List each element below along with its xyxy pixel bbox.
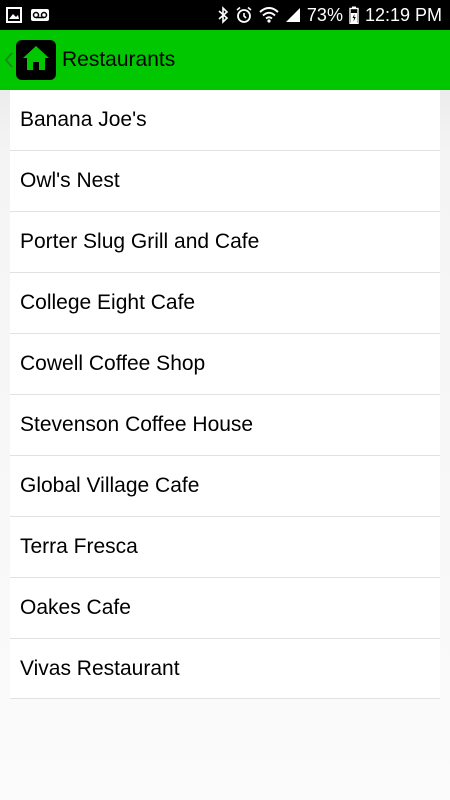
alarm-icon	[235, 6, 253, 24]
list-item[interactable]: Global Village Cafe	[10, 456, 440, 517]
status-right: 73% 12:19 PM	[217, 5, 442, 26]
app-bar: Restaurants	[0, 30, 450, 90]
list-item[interactable]: Stevenson Coffee House	[10, 395, 440, 456]
battery-percent: 73%	[306, 4, 343, 25]
list-item[interactable]: Terra Fresca	[10, 517, 440, 578]
page-title: Restaurants	[62, 48, 176, 71]
signal-icon	[285, 7, 301, 23]
list-item[interactable]: Owl's Nest	[10, 151, 440, 212]
restaurant-list: Banana Joe's Owl's Nest Porter Slug Gril…	[10, 90, 440, 699]
clock: 12:19 PM	[364, 4, 442, 25]
list-item-label: College Eight Cafe	[20, 291, 196, 314]
list-item-label: Cowell Coffee Shop	[20, 352, 206, 375]
list-item-label: Owl's Nest	[20, 169, 120, 192]
list-item-label: Porter Slug Grill and Cafe	[20, 230, 260, 253]
list-item[interactable]: Vivas Restaurant	[10, 639, 440, 699]
home-icon	[19, 41, 53, 80]
content-area: Banana Joe's Owl's Nest Porter Slug Gril…	[0, 90, 450, 800]
image-icon	[6, 7, 22, 23]
list-item-label: Banana Joe's	[20, 108, 147, 131]
wifi-icon	[259, 7, 279, 23]
list-item[interactable]: Porter Slug Grill and Cafe	[10, 212, 440, 273]
list-item[interactable]: Banana Joe's	[10, 90, 440, 151]
home-button[interactable]	[16, 40, 56, 80]
list-item-label: Global Village Cafe	[20, 474, 200, 497]
list-item-label: Terra Fresca	[20, 535, 138, 558]
list-item[interactable]: College Eight Cafe	[10, 273, 440, 334]
status-left-icons	[6, 7, 50, 23]
battery-icon	[349, 6, 359, 24]
back-chevron-icon[interactable]	[4, 52, 14, 68]
status-bar: 73% 12:19 PM	[0, 0, 450, 30]
list-item-label: Vivas Restaurant	[20, 656, 180, 680]
list-item[interactable]: Cowell Coffee Shop	[10, 334, 440, 395]
bluetooth-icon	[217, 6, 229, 24]
list-item-label: Stevenson Coffee House	[20, 413, 254, 436]
voicemail-icon	[30, 8, 50, 22]
list-item[interactable]: Oakes Cafe	[10, 578, 440, 639]
list-item-label: Oakes Cafe	[20, 596, 131, 619]
